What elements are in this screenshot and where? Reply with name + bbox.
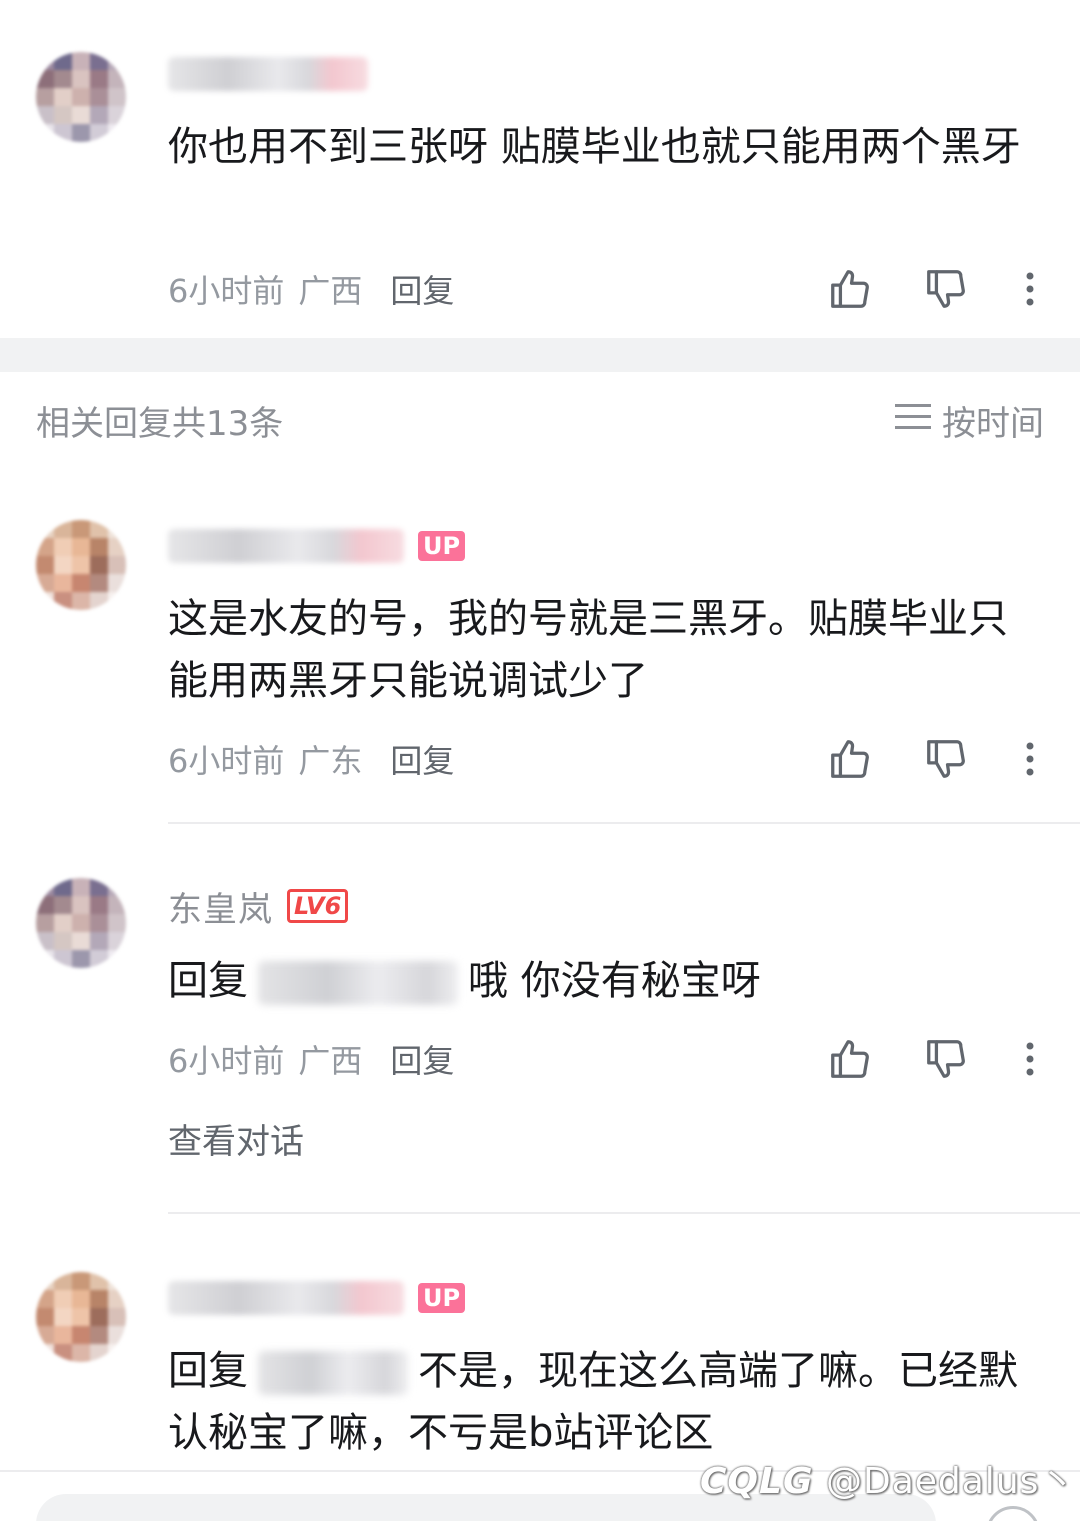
comment-actions [824,1033,1044,1085]
username-row: UP [168,524,466,568]
comment-text: 这是水友的号，我的号就是三黑牙。贴膜毕业只能用两黑牙只能说调试少了 [168,596,1008,704]
reply-target-redacted[interactable] [258,961,458,1005]
comment-text: 你也用不到三张呀 贴膜毕业也就只能用两个黑牙 [168,124,1021,170]
more-vertical-icon[interactable] [1016,1033,1044,1085]
comment-meta: 6小时前 广西 回复 [168,1034,1044,1084]
reply-target-redacted[interactable] [258,1351,408,1395]
comment-time: 6小时前 [168,272,285,310]
thumbs-up-icon[interactable] [824,733,876,785]
comment-location: 广东 [298,742,363,780]
comment-meta: 6小时前 广东 回复 [168,734,1044,784]
thumbs-up-icon[interactable] [824,263,876,315]
thumbs-down-icon[interactable] [920,1033,972,1085]
username[interactable]: 东皇岚 [168,882,273,931]
avatar[interactable] [36,52,126,142]
comment-text: 哦 你没有秘宝呀 [468,958,761,1004]
sort-button[interactable]: 按时间 [894,396,1044,445]
comment-meta: 6小时前 广西 回复 [168,264,1044,314]
watermark: CQLG @Daedalus丶 [700,1452,1076,1504]
sort-lines-icon [894,401,932,441]
username-redacted[interactable] [168,529,404,563]
thumbs-down-icon[interactable] [920,263,972,315]
username-redacted[interactable] [168,57,368,91]
comment-divider [168,822,1080,824]
reply-button[interactable]: 回复 [390,736,454,782]
avatar[interactable] [36,878,126,968]
thumbs-down-icon[interactable] [920,733,972,785]
avatar[interactable] [36,520,126,610]
comment-time: 6小时前 [168,742,285,780]
reply-button[interactable]: 回复 [390,1036,454,1082]
avatar[interactable] [36,1272,126,1362]
comment-time: 6小时前 [168,1042,285,1080]
comment-actions [824,263,1044,315]
reply-button[interactable]: 回复 [390,266,454,312]
comment-text-row: 回复 哦 你没有秘宝呀 [168,950,1038,1012]
up-badge: UP [418,1283,466,1313]
comment-location: 广西 [298,272,363,310]
section-divider [0,338,1080,372]
reply-prefix: 回复 [168,958,248,1004]
watermark-logo: CQLG [700,1461,814,1502]
comment-text-row: 回复 不是，现在这么高端了嘛。已经默认秘宝了嘛，不亏是b站评论区 [168,1340,1038,1464]
level-badge: LV6 [287,889,349,923]
comment-divider [168,1212,1080,1214]
watermark-text: @Daedalus丶 [825,1461,1077,1502]
emoji-icon[interactable] [986,1506,1040,1521]
thumbs-up-icon[interactable] [824,1033,876,1085]
sort-label: 按时间 [942,404,1044,444]
more-vertical-icon[interactable] [1016,733,1044,785]
comment-location: 广西 [298,1042,363,1080]
view-conversation-link[interactable]: 查看对话 [168,1114,304,1163]
more-vertical-icon[interactable] [1016,263,1044,315]
username-row [168,52,368,96]
username-row: UP [168,1276,466,1320]
comment-actions [824,733,1044,785]
username-redacted[interactable] [168,1281,404,1315]
up-badge: UP [418,531,466,561]
username-row: 东皇岚 LV6 [168,882,349,931]
reply-prefix: 回复 [168,1348,248,1394]
replies-count-title: 相关回复共13条 [36,404,284,444]
